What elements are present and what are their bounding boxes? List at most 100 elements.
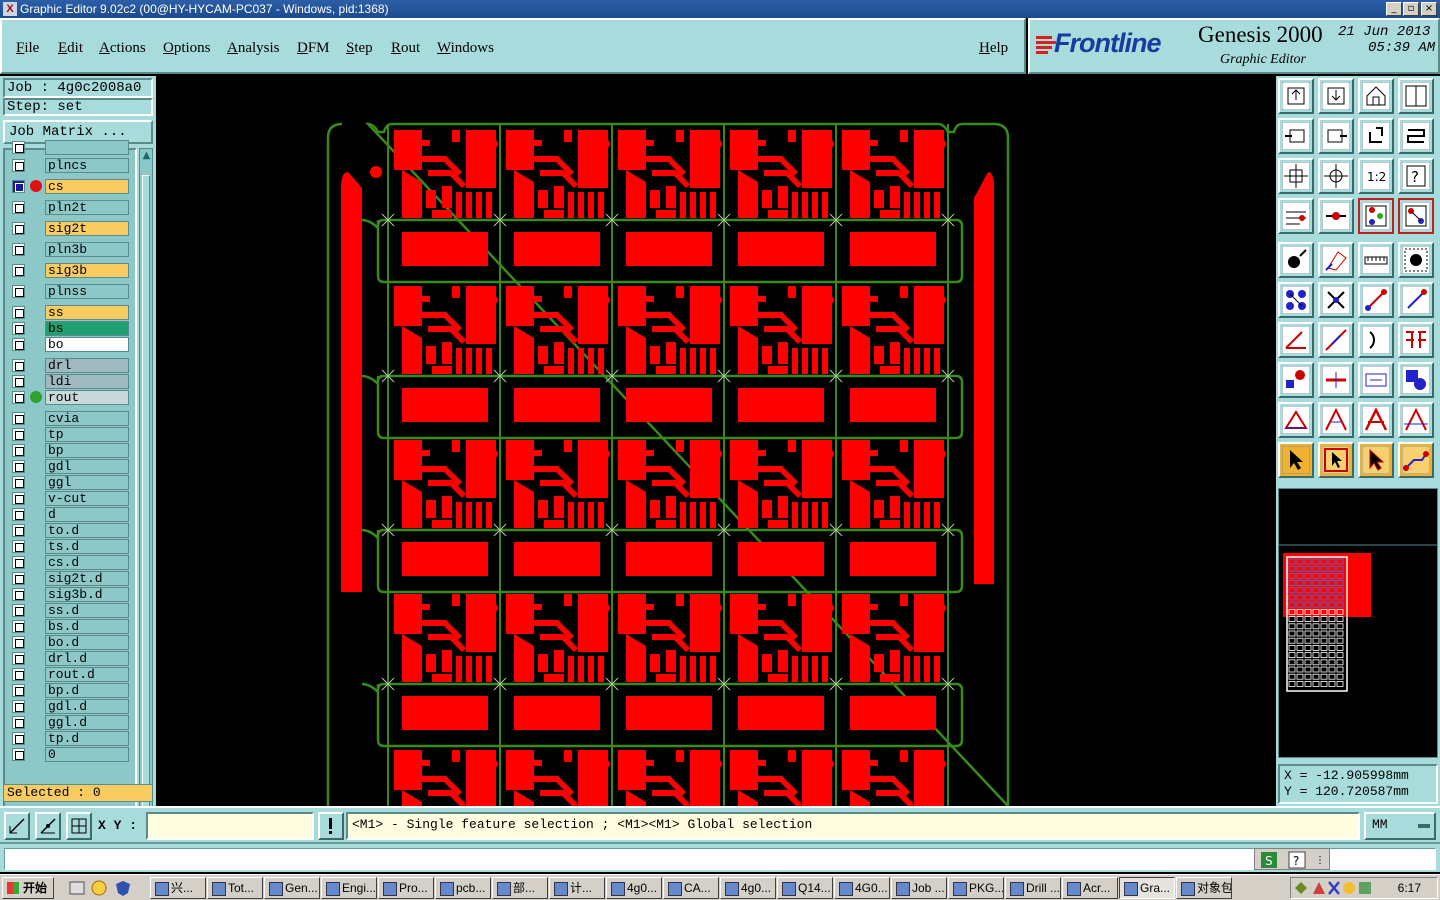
layer-name[interactable]: sig2t — [45, 221, 129, 236]
layer-name[interactable]: ggl — [45, 475, 129, 490]
menu-help[interactable]: Help — [979, 40, 1008, 57]
layer-checkbox[interactable] — [12, 141, 25, 154]
taskbar-item[interactable]: 4g0... — [606, 877, 662, 899]
layer-checkbox[interactable] — [12, 572, 25, 585]
copy-icon[interactable] — [1278, 362, 1314, 398]
line-icon[interactable] — [1318, 322, 1354, 358]
select-single-icon[interactable] — [1358, 442, 1394, 478]
layer-row-bo.d[interactable]: bo.d — [8, 635, 134, 650]
edit-poly-icon[interactable] — [1318, 242, 1354, 278]
pointer-icon[interactable] — [1278, 442, 1314, 478]
layer-checkbox[interactable] — [12, 748, 25, 761]
layer-checkbox[interactable] — [12, 460, 25, 473]
menu-edit[interactable]: Edit — [58, 40, 83, 57]
fit-icon[interactable] — [1278, 158, 1314, 194]
menu-step[interactable]: Step — [346, 40, 373, 57]
layer-row-ldi[interactable]: ldi — [8, 374, 134, 389]
layer-name[interactable]: bp.d — [45, 683, 129, 698]
layer-name[interactable]: bs.d — [45, 619, 129, 634]
layer-row-bs.d[interactable]: bs.d — [8, 619, 134, 634]
scroll-thumb[interactable] — [142, 175, 150, 845]
layer-checkbox[interactable] — [12, 588, 25, 601]
layer-row-gdl[interactable]: gdl — [8, 459, 134, 474]
snap-pad-icon[interactable] — [1318, 198, 1354, 234]
layer-name[interactable]: cs — [45, 179, 129, 194]
units-select[interactable]: MM — [1364, 812, 1436, 840]
layer-checkbox[interactable] — [12, 492, 25, 505]
triangle-c-icon[interactable] — [1358, 402, 1394, 438]
layer-row-gdl.d[interactable]: gdl.d — [8, 699, 134, 714]
layer-row-bo[interactable]: bo — [8, 337, 134, 352]
open-icon[interactable] — [1278, 78, 1314, 114]
taskbar-item[interactable]: Acr... — [1062, 877, 1118, 899]
layer-row-ggl.d[interactable]: ggl.d — [8, 715, 134, 730]
menu-file[interactable]: File — [16, 40, 39, 57]
layer-name[interactable]: sig3b.d — [45, 587, 129, 602]
layer-name[interactable]: sig2t.d — [45, 571, 129, 586]
dimension-icon[interactable] — [1358, 362, 1394, 398]
flip-icon[interactable] — [1398, 322, 1434, 358]
taskbar-item[interactable]: Drill ... — [1005, 877, 1061, 899]
layer-name[interactable]: drl.d — [45, 651, 129, 666]
layer-name[interactable]: cs.d — [45, 555, 129, 570]
layer-checkbox[interactable] — [12, 556, 25, 569]
menu-rout[interactable]: Rout — [391, 40, 420, 57]
layer-row-tp.d[interactable]: tp.d — [8, 731, 134, 746]
layer-name[interactable]: rout — [45, 390, 129, 405]
layer-row-bp.d[interactable]: bp.d — [8, 683, 134, 698]
dot-icon[interactable] — [1398, 242, 1434, 278]
snap-icon[interactable] — [4, 812, 30, 840]
arc-icon[interactable] — [1358, 322, 1394, 358]
layer-row-drl.d[interactable]: drl.d — [8, 651, 134, 666]
layer-name[interactable]: pln2t — [45, 200, 129, 215]
layer-list[interactable]: plncs cs pln2t sig2t pln3b sig3b plnss ss bs bo dr… — [3, 140, 137, 848]
layer-name[interactable]: to.d — [45, 523, 129, 538]
layer-row-rout.d[interactable]: rout.d — [8, 667, 134, 682]
shape-icon[interactable] — [1398, 362, 1434, 398]
shield-icon[interactable] — [114, 879, 132, 897]
slant-icon[interactable] — [1398, 282, 1434, 318]
center-icon[interactable] — [1318, 158, 1354, 194]
layer-checkbox[interactable] — [12, 700, 25, 713]
measure-icon[interactable] — [1278, 198, 1314, 234]
layer-row-rout[interactable]: rout — [8, 390, 134, 405]
layer-checkbox[interactable] — [12, 540, 25, 553]
taskbar-item[interactable]: CA... — [663, 877, 719, 899]
layer-name[interactable]: gdl — [45, 459, 129, 474]
pcb-panel-drawing[interactable] — [156, 76, 1276, 806]
layer-name[interactable]: bo — [45, 337, 129, 352]
layer-checkbox[interactable] — [12, 652, 25, 665]
taskbar-item[interactable]: 部... — [492, 877, 548, 899]
alert-icon[interactable] — [318, 812, 344, 840]
layer-name[interactable]: drl — [45, 358, 129, 373]
layer-checkbox[interactable] — [12, 243, 25, 256]
layer-name[interactable]: tp — [45, 427, 129, 442]
layer-checkbox[interactable] — [12, 201, 25, 214]
layer-name[interactable]: bo.d — [45, 635, 129, 650]
taskbar-item[interactable]: Engi... — [321, 877, 377, 899]
layer-row-ss[interactable]: ss — [8, 305, 134, 320]
layer-checkbox[interactable] — [12, 524, 25, 537]
taskbar-item[interactable]: 4G0... — [834, 877, 890, 899]
xy-input[interactable] — [146, 812, 314, 840]
layer-name[interactable] — [45, 140, 129, 155]
menu-actions[interactable]: Actions — [99, 40, 146, 57]
netlist-icon[interactable] — [1398, 198, 1434, 234]
triangle-b-icon[interactable] — [1318, 402, 1354, 438]
clock-app-icon[interactable] — [90, 879, 108, 897]
layer-checkbox[interactable] — [12, 716, 25, 729]
layer-checkbox[interactable] — [12, 391, 25, 404]
angle-snap-icon[interactable] — [35, 812, 61, 840]
taskbar-item[interactable]: Q14... — [777, 877, 833, 899]
layer-row-drl[interactable]: drl — [8, 358, 134, 373]
layer-row-ggl[interactable]: ggl — [8, 475, 134, 490]
graphic-canvas[interactable] — [156, 76, 1276, 806]
layer-row-0[interactable]: 0 — [8, 747, 134, 762]
layer-row-ss.d[interactable]: ss.d — [8, 603, 134, 618]
layer-row-sig2t[interactable]: sig2t — [8, 221, 134, 236]
layer-name[interactable]: ss — [45, 305, 129, 320]
layer-name[interactable]: sig3b — [45, 263, 129, 278]
layer-name[interactable]: ss.d — [45, 603, 129, 618]
scroll-up-icon[interactable]: ▲ — [141, 150, 152, 162]
taskbar-item[interactable]: 4g0... — [720, 877, 776, 899]
